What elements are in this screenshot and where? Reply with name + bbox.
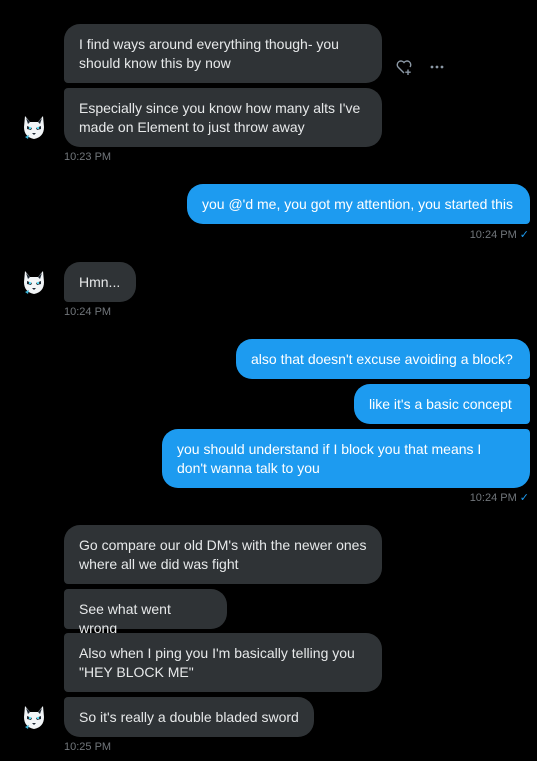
message-timestamp: 10:24 PM ✓	[470, 492, 529, 505]
checkmark-icon: ✓	[519, 492, 529, 504]
received-message[interactable]: See what went wrong	[64, 589, 227, 636]
timestamp-text: 10:24 PM	[469, 229, 517, 241]
received-message[interactable]: Especially since you know how many alts …	[64, 88, 382, 147]
checkmark-icon: ✓	[519, 229, 529, 241]
received-message[interactable]: So it's really a double bladed sword	[64, 697, 314, 737]
more-icon[interactable]	[427, 57, 447, 77]
received-message[interactable]: Also when I ping you I'm basically telli…	[64, 633, 382, 692]
avatar[interactable]	[20, 703, 48, 731]
message-timestamp: 10:24 PM	[64, 306, 112, 318]
avatar[interactable]	[20, 113, 48, 141]
message-timestamp: 10:23 PM	[64, 151, 112, 163]
sent-message[interactable]: you @'d me, you got my attention, you st…	[187, 184, 530, 224]
sent-message[interactable]: also that doesn't excuse avoiding a bloc…	[236, 339, 530, 379]
cropped-timestamp-remnant	[452, 0, 532, 2]
received-message[interactable]: Go compare our old DM's with the newer o…	[64, 525, 382, 584]
message-timestamp: 10:25 PM	[64, 741, 112, 753]
sent-message[interactable]: like it's a basic concept	[354, 384, 530, 424]
avatar[interactable]	[20, 268, 48, 296]
timestamp-text: 10:24 PM	[469, 492, 517, 504]
sent-message[interactable]: you should understand if I block you tha…	[162, 429, 530, 488]
message-timestamp: 10:24 PM ✓	[470, 229, 529, 242]
received-message[interactable]: I find ways around everything though- yo…	[64, 24, 382, 83]
heart-plus-icon[interactable]	[394, 57, 414, 77]
received-message[interactable]: Hmn...	[64, 262, 136, 302]
